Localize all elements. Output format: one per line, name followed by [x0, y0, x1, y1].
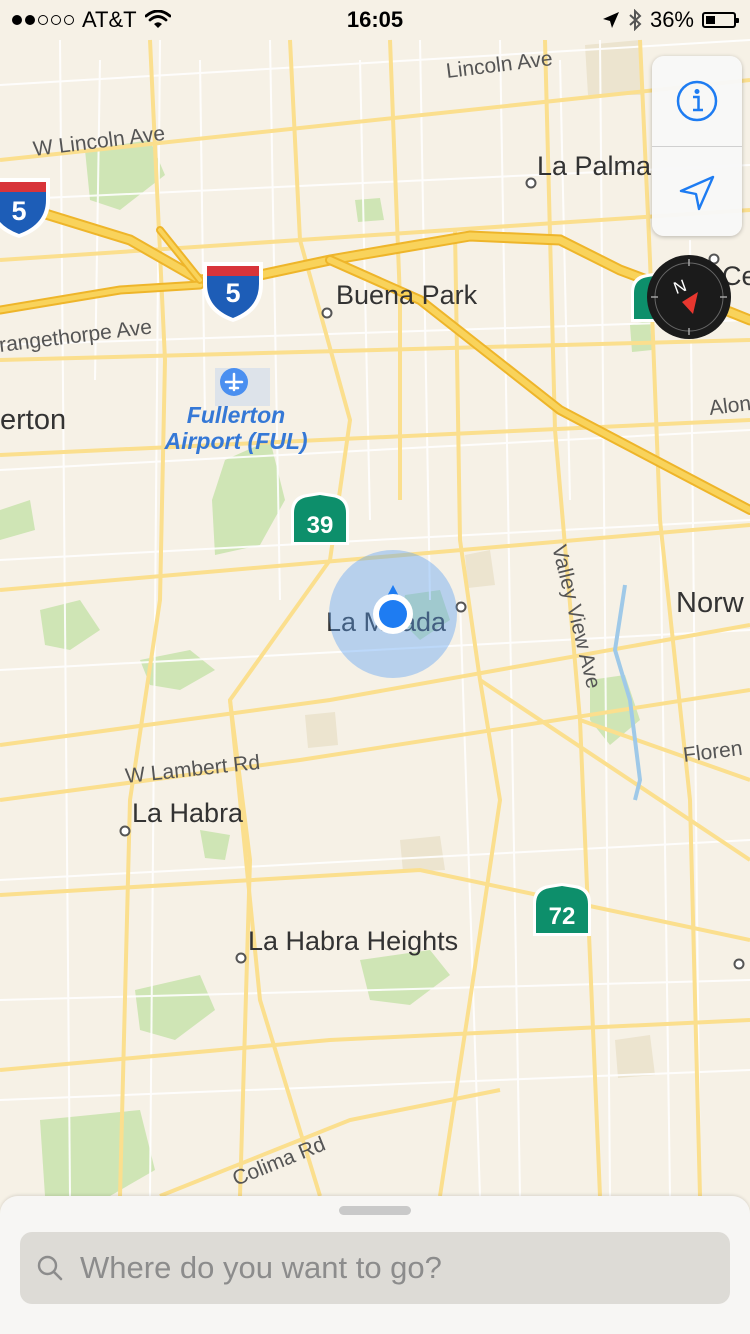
label-la-habra: La Habra: [132, 798, 244, 828]
info-button[interactable]: [652, 56, 742, 146]
label-fullerton: erton: [0, 404, 66, 436]
status-bar: AT&T 16:05 36%: [0, 0, 750, 40]
svg-text:72: 72: [549, 903, 576, 930]
wifi-icon: [144, 10, 171, 28]
compass[interactable]: N: [646, 254, 732, 340]
label-la-habra-heights: La Habra Heights: [248, 926, 458, 956]
bluetooth-icon: [629, 9, 642, 31]
signal-strength-icon: [12, 15, 74, 25]
search-icon: [36, 1254, 64, 1282]
map-view[interactable]: Lincoln Ave W Lincoln Ave rangethorpe Av…: [0, 0, 750, 1334]
label-alondra: Alon: [708, 392, 750, 420]
info-icon: [676, 80, 718, 122]
battery-percent: 36%: [649, 7, 694, 32]
svg-text:5: 5: [11, 196, 26, 226]
search-input[interactable]: [78, 1249, 682, 1287]
svg-text:39: 39: [307, 512, 334, 539]
search-sheet[interactable]: [0, 1196, 750, 1334]
label-fullerton-airport-1: Fullerton: [187, 402, 285, 428]
label-la-palma: La Palma: [537, 151, 652, 181]
label-norwalk: Norw: [676, 587, 745, 619]
label-fullerton-airport-2: Airport (FUL): [163, 428, 307, 454]
track-location-button[interactable]: [652, 148, 742, 238]
label-buena-park: Buena Park: [336, 280, 478, 310]
sheet-grabber[interactable]: [339, 1206, 411, 1215]
carrier-name: AT&T: [82, 7, 137, 32]
svg-text:5: 5: [225, 278, 240, 308]
map-controls-panel: [652, 56, 742, 236]
user-location[interactable]: [329, 550, 457, 678]
state-route-shield-39: 39: [291, 492, 349, 545]
search-field[interactable]: [20, 1232, 730, 1304]
location-services-icon: [602, 12, 619, 28]
battery-icon: [702, 12, 739, 28]
location-arrow-icon: [679, 175, 715, 211]
state-route-shield-72: 72: [533, 883, 591, 936]
